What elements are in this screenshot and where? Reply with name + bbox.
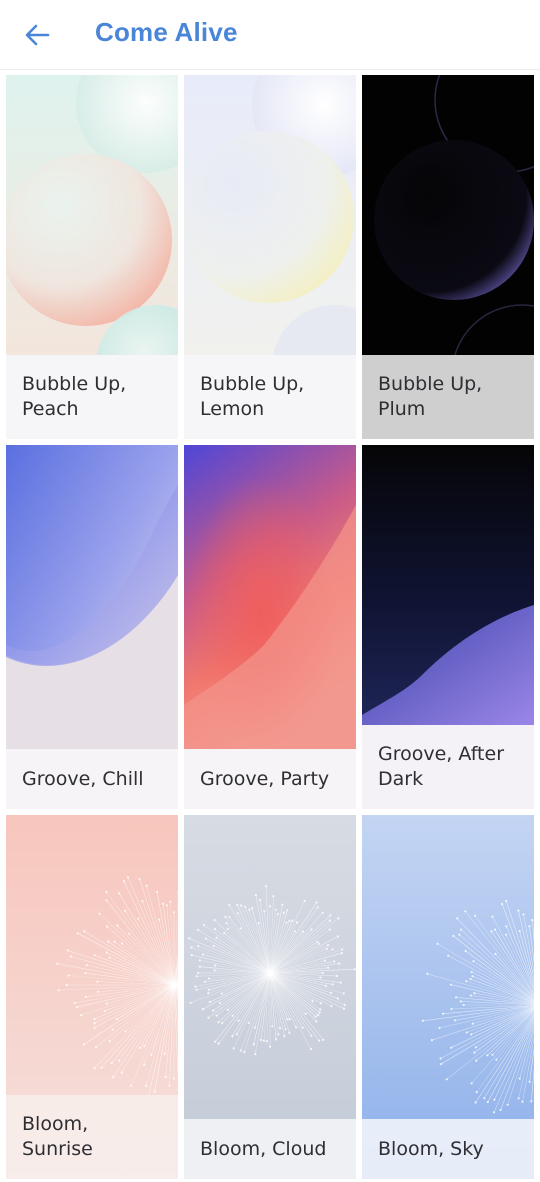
wallpaper-label-box: Groove, Party (184, 749, 356, 809)
arrow-left-icon (24, 22, 50, 48)
wallpaper-label: Bloom, Cloud (200, 1137, 327, 1160)
app-bar: Come Alive (0, 0, 540, 70)
wallpaper-label-box: Bubble Up, Plum (362, 355, 534, 439)
wallpaper-preview (362, 75, 534, 355)
wallpaper-label: Bubble Up, Lemon (200, 373, 305, 420)
wallpaper-tile-groove-dark[interactable]: Groove, After Dark (362, 445, 534, 809)
wallpaper-tile-bloom-cloud[interactable]: Bloom, Cloud (184, 815, 356, 1179)
wallpaper-preview (362, 445, 534, 725)
wallpaper-label: Groove, Party (200, 767, 330, 790)
wallpaper-label-box: Bubble Up, Lemon (184, 355, 356, 439)
wallpaper-label: Bubble Up, Peach (22, 373, 127, 420)
wallpaper-preview (6, 445, 178, 749)
wallpaper-label-box: Groove, After Dark (362, 725, 534, 809)
wallpaper-label: Bloom, Sky (378, 1137, 484, 1160)
wallpaper-label-box: Bloom, Cloud (184, 1119, 356, 1179)
wallpaper-tile-bubble-peach[interactable]: Bubble Up, Peach (6, 75, 178, 439)
wallpaper-label-box: Bloom, Sky (362, 1119, 534, 1179)
wallpaper-tile-bubble-lemon[interactable]: Bubble Up, Lemon (184, 75, 356, 439)
wallpaper-preview (6, 75, 178, 355)
wallpaper-label-box: Bubble Up, Peach (6, 355, 178, 439)
wallpaper-tile-bubble-plum[interactable]: Bubble Up, Plum (362, 75, 534, 439)
page-title: Come Alive (95, 17, 238, 47)
wallpaper-label: Bubble Up, Plum (378, 373, 483, 420)
wallpaper-label: Groove, After Dark (378, 743, 505, 790)
back-button[interactable] (14, 12, 60, 58)
wallpaper-label-box: Groove, Chill (6, 749, 178, 809)
wallpaper-tile-bloom-sunrise[interactable]: Bloom, Sunrise (6, 815, 178, 1179)
wallpaper-label: Bloom, Sunrise (22, 1113, 93, 1160)
wallpaper-tile-bloom-sky[interactable]: Bloom, Sky (362, 815, 534, 1179)
wallpaper-label: Groove, Chill (22, 767, 144, 790)
wallpaper-tile-groove-party[interactable]: Groove, Party (184, 445, 356, 809)
wallpaper-preview (184, 75, 356, 355)
wallpaper-preview (184, 445, 356, 749)
wallpaper-tile-groove-chill[interactable]: Groove, Chill (6, 445, 178, 809)
wallpaper-label-box: Bloom, Sunrise (6, 1095, 178, 1179)
